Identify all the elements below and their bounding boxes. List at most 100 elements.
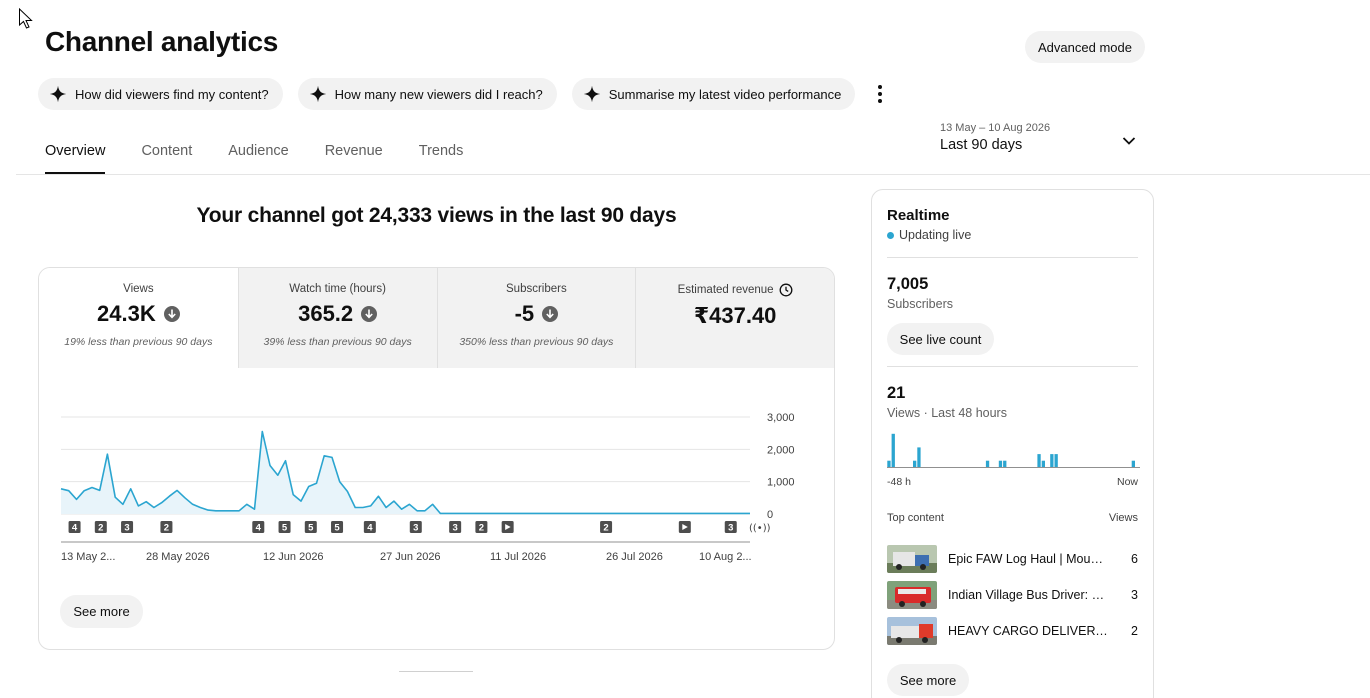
metric-value: 24.3K [97, 301, 156, 326]
clock-icon [779, 283, 793, 297]
divider [887, 257, 1138, 258]
x-tick-label: 11 Jul 2026 [490, 551, 546, 563]
svg-text:5: 5 [308, 523, 314, 534]
see-live-count-button[interactable]: See live count [887, 323, 994, 355]
svg-text:2: 2 [98, 523, 103, 534]
event-count-marker[interactable]: 5 [278, 521, 291, 534]
video-thumbnail [887, 581, 937, 609]
event-count-marker[interactable]: 3 [724, 521, 737, 534]
realtime-bar [913, 460, 917, 467]
live-dot-icon [887, 231, 894, 239]
tab-overview[interactable]: Overview [45, 130, 106, 174]
event-count-marker[interactable]: 2 [160, 521, 173, 534]
x-tick-label: 26 Jul 2026 [606, 551, 663, 563]
event-count-marker[interactable]: 4 [252, 521, 265, 534]
views-series-line [60, 430, 750, 515]
event-count-marker[interactable]: 3 [121, 521, 134, 534]
metric-views[interactable]: Views 24.3K 19% less than previous 90 da… [39, 268, 238, 368]
x-tick-label: 13 May 2... [61, 551, 115, 563]
metric-label: Watch time (hours) [289, 283, 386, 295]
realtime-see-more-button[interactable]: See more [887, 664, 969, 696]
live-stream-marker[interactable]: ((•)) [749, 523, 771, 534]
chip-new-viewers[interactable]: How many new viewers did I reach? [297, 78, 557, 110]
svg-text:3: 3 [453, 523, 458, 534]
realtime-bar [985, 460, 990, 467]
realtime-bar [998, 460, 1003, 467]
svg-text:4: 4 [367, 523, 373, 534]
x-tick-label: 10 Aug 2... [699, 551, 752, 563]
event-count-marker[interactable]: 5 [331, 521, 344, 534]
sparkle-icon [583, 85, 600, 103]
video-thumbnail [887, 617, 937, 645]
chip-viewers-find-content[interactable]: How did viewers find my content? [38, 78, 283, 110]
metric-estimated-revenue[interactable]: Estimated revenue ₹437.40 [635, 268, 834, 368]
event-count-marker[interactable]: 4 [68, 521, 81, 534]
metric-value-row: ₹437.40 [636, 303, 834, 329]
overview-see-more-button[interactable]: See more [60, 595, 143, 628]
realtime-bar [1054, 454, 1058, 467]
more-options-icon[interactable] [870, 78, 890, 110]
rt-axis-start: -48 h [887, 476, 911, 488]
metric-comparison: 19% less than previous 90 days [64, 336, 213, 348]
metric-value: ₹437.40 [693, 303, 777, 328]
realtime-bar [917, 447, 921, 467]
realtime-views-label: Views · Last 48 hours [887, 406, 1007, 420]
realtime-views-bar-chart [887, 433, 1140, 468]
chip-latest-video-summary[interactable]: Summarise my latest video performance [571, 78, 856, 110]
top-content-row[interactable]: Indian Village Bus Driver: R... 3 [887, 580, 1138, 610]
date-range-label: Last 90 days [940, 137, 1023, 153]
tab-divider [16, 174, 1370, 175]
event-count-marker[interactable]: 3 [409, 521, 422, 534]
views-area-fill [61, 431, 750, 514]
realtime-bar [1003, 460, 1007, 467]
top-content-heading: Top content [887, 512, 944, 524]
top-content-row[interactable]: HEAVY CARGO DELIVERY ... 2 [887, 616, 1138, 646]
svg-text:2: 2 [603, 523, 608, 534]
video-title: HEAVY CARGO DELIVERY ... [948, 624, 1108, 638]
event-count-marker[interactable]: 5 [304, 521, 317, 534]
arrow-down-circle-icon [542, 306, 559, 322]
advanced-mode-button[interactable]: Advanced mode [1025, 31, 1145, 63]
date-range-picker[interactable]: 13 May – 10 Aug 2026 Last 90 days [940, 122, 1140, 160]
tab-trends[interactable]: Trends [419, 130, 464, 174]
event-count-marker[interactable]: 2 [600, 521, 613, 534]
realtime-subscribers-label: Subscribers [887, 297, 953, 311]
metric-value-row: 24.3K [39, 301, 238, 327]
metric-label: Views [123, 283, 154, 295]
overview-headline: Your channel got 24,333 views in the las… [196, 204, 677, 227]
chip-label: How did viewers find my content? [75, 86, 269, 102]
realtime-bar [1037, 454, 1041, 467]
x-tick-label: 12 Jun 2026 [263, 551, 324, 563]
live-status-label: Updating live [899, 228, 972, 242]
realtime-bar [1041, 460, 1045, 467]
realtime-card: Realtime Updating live 7,005 Subscribers… [871, 189, 1154, 698]
top-content-row[interactable]: Epic FAW Log Haul | Mount... 6 [887, 544, 1138, 574]
svg-text:4: 4 [256, 523, 262, 534]
x-tick-label: 28 May 2026 [146, 551, 210, 563]
tab-revenue[interactable]: Revenue [325, 130, 383, 174]
x-tick-label: 27 Jun 2026 [380, 551, 441, 563]
event-count-marker[interactable]: 2 [475, 521, 488, 534]
y-tick-label: 3,000 [767, 412, 795, 424]
realtime-title: Realtime [887, 207, 950, 224]
video-thumbnail [887, 545, 937, 573]
metric-label: Estimated revenue [677, 284, 774, 296]
svg-text:5: 5 [334, 523, 340, 534]
event-count-marker[interactable]: 3 [449, 521, 462, 534]
video-published-marker[interactable] [501, 521, 514, 533]
metric-watch-time[interactable]: Watch time (hours) 365.2 39% less than p… [237, 268, 437, 368]
event-count-marker[interactable]: 2 [94, 521, 107, 534]
svg-text:4: 4 [72, 523, 78, 534]
views-column-heading: Views [1108, 512, 1138, 524]
realtime-bar [1131, 460, 1135, 467]
overview-card: Views 24.3K 19% less than previous 90 da… [38, 267, 835, 650]
mouse-cursor-icon [19, 8, 33, 29]
video-published-marker[interactable] [678, 521, 691, 533]
metric-subscribers[interactable]: Subscribers -5 350% less than previous 9… [436, 268, 636, 368]
video-title: Epic FAW Log Haul | Mount... [948, 552, 1108, 566]
rt-axis-end: Now [1116, 476, 1138, 488]
svg-text:3: 3 [124, 523, 129, 534]
tab-audience[interactable]: Audience [228, 130, 288, 174]
tab-content[interactable]: Content [141, 130, 192, 174]
event-count-marker[interactable]: 4 [363, 521, 376, 534]
